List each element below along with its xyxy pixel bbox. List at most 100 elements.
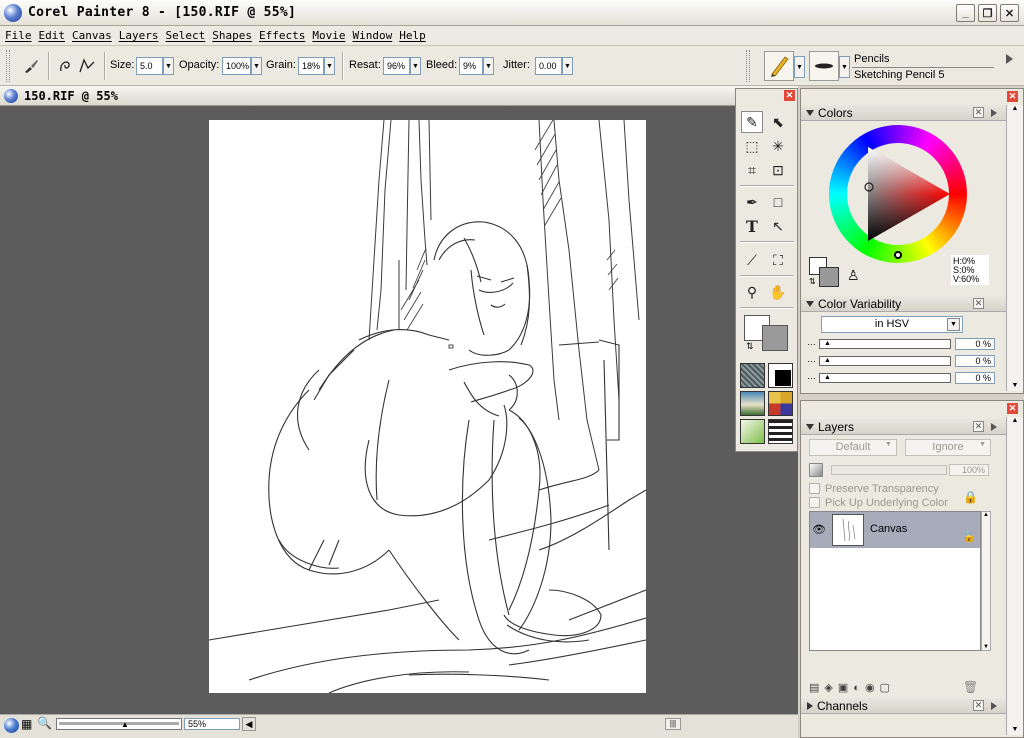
layers-panel-menu-arrow[interactable]	[991, 423, 997, 431]
magnifier-tool[interactable]: ⚲	[741, 281, 763, 303]
layers-panel-close-icon[interactable]: ✕	[973, 421, 984, 432]
variability-s-slider[interactable]: ▲	[819, 356, 951, 366]
swap-colors-icon[interactable]: ⇅	[746, 341, 754, 352]
colors-group-scrollbar[interactable]: ▲ ▼	[1006, 105, 1023, 391]
variability-s-value[interactable]: 0 %	[955, 355, 995, 367]
layer-opacity-field[interactable]: 100%	[949, 464, 989, 476]
minimize-button[interactable]: _	[956, 4, 975, 22]
colors-panel-menu-arrow[interactable]	[991, 109, 997, 117]
jitter-field[interactable]: 0.00	[535, 57, 562, 75]
clone-color-stamp-icon[interactable]: ♙	[847, 267, 860, 284]
lock-layer-icon[interactable]: 🔒	[963, 490, 978, 504]
composite-method-select[interactable]: Default	[809, 439, 897, 456]
grain-dropdown[interactable]: ▼	[324, 57, 335, 75]
toolbar-grip[interactable]	[6, 50, 10, 82]
opacity-field[interactable]: 100%	[222, 57, 251, 75]
brush-tool[interactable]: ✎	[741, 111, 763, 133]
saturation-value-triangle[interactable]	[829, 125, 967, 263]
layer-lock-icon[interactable]: 🔒	[962, 530, 976, 543]
nozzle-selector[interactable]	[740, 419, 765, 444]
zoom-magnifier-icon[interactable]: 🔍	[37, 716, 52, 732]
horizontal-scroll-thumb[interactable]: |||	[665, 718, 681, 730]
magic-wand-tool[interactable]: ✳	[767, 135, 789, 157]
layer-row-canvas[interactable]: 👁 Canvas 🔒	[810, 512, 980, 548]
resat-field[interactable]: 96%	[383, 57, 410, 75]
text-tool[interactable]: T	[741, 215, 763, 237]
brush-variant-dab-icon[interactable]	[809, 51, 839, 81]
colors-group-close-button[interactable]: ✕	[1007, 91, 1018, 102]
jitter-dropdown[interactable]: ▼	[562, 57, 573, 75]
hue-ring[interactable]	[829, 125, 967, 263]
selection-adjuster-tool[interactable]: ⊡	[767, 159, 789, 181]
layers-group-scrollbar[interactable]: ▲ ▼	[1006, 417, 1023, 735]
brush-variant-dropdown[interactable]: ▼	[839, 56, 850, 78]
delete-layer-trash-icon[interactable]: 🗑	[963, 680, 978, 694]
layer-commands-icon[interactable]: ▤	[809, 682, 824, 694]
rectangular-selection-tool[interactable]: ⬚	[741, 135, 763, 157]
create-mask-icon[interactable]: ▢	[880, 682, 895, 694]
look-selector[interactable]	[768, 419, 793, 444]
additional-color-swatch[interactable]	[762, 325, 788, 351]
dropper-tool[interactable]: ⟋	[741, 249, 763, 271]
shape-selection-tool[interactable]: ↖	[767, 215, 789, 237]
rectangular-shape-tool[interactable]: □	[767, 191, 789, 213]
menu-movie[interactable]: Movie	[312, 29, 345, 42]
size-field[interactable]: 5.0	[136, 57, 163, 75]
variability-v-value[interactable]: 0 %	[955, 372, 995, 384]
new-layer-icon[interactable]: ▣	[838, 682, 853, 694]
image-portfolio-icon[interactable]	[4, 718, 19, 733]
crop-tool[interactable]: ⌗	[741, 159, 763, 181]
dynamic-plugins-icon[interactable]: ◈	[824, 682, 837, 694]
variability-mode-dropdown-icon[interactable]: ▼	[947, 318, 960, 331]
variability-h-slider[interactable]: ▲	[819, 339, 951, 349]
maximize-button[interactable]: ❐	[978, 4, 997, 22]
bleed-field[interactable]: 9%	[459, 57, 483, 75]
menu-canvas[interactable]: Canvas	[72, 29, 112, 42]
brush-category-dropdown[interactable]: ▼	[794, 56, 805, 78]
layer-list-scrollbar[interactable]: ▲ ▼	[981, 511, 991, 651]
channels-panel-close-icon[interactable]: ✕	[973, 700, 984, 711]
pick-up-underlying-color-checkbox[interactable]	[809, 497, 820, 508]
bleed-dropdown[interactable]: ▼	[483, 57, 494, 75]
pattern-selector[interactable]	[740, 391, 765, 416]
weaving-selector[interactable]	[768, 391, 793, 416]
brush-category-pencil-icon[interactable]	[764, 51, 794, 81]
menu-shapes[interactable]: Shapes	[212, 29, 252, 42]
grain-field[interactable]: 18%	[298, 57, 324, 75]
document-icon[interactable]	[4, 88, 18, 103]
painter-app-icon[interactable]	[4, 3, 22, 22]
zoom-slider-thumb[interactable]: ▲	[121, 720, 129, 729]
brush-selector-grip[interactable]	[746, 50, 750, 82]
freehand-stroke-icon[interactable]	[56, 55, 78, 77]
opacity-dropdown[interactable]: ▼	[251, 57, 262, 75]
variability-v-slider[interactable]: ▲	[819, 373, 951, 383]
menu-file[interactable]: File	[5, 29, 32, 42]
variability-mode-select[interactable]: in HSV	[821, 316, 963, 333]
eye-visibility-icon[interactable]: 👁	[812, 523, 826, 536]
pen-tool[interactable]: ✒	[741, 191, 763, 213]
colors-panel-header[interactable]: Colors	[801, 105, 1023, 121]
menu-layers[interactable]: Layers	[119, 29, 159, 42]
colors-additional-swatch[interactable]	[819, 267, 839, 287]
zoom-level-field[interactable]: 55%	[184, 718, 240, 730]
gradient-selector[interactable]	[768, 363, 793, 388]
composite-depth-dropdown-icon[interactable]: ▼	[979, 441, 986, 448]
toolbox-close-button[interactable]: ✕	[784, 90, 795, 101]
resat-dropdown[interactable]: ▼	[410, 57, 421, 75]
composite-method-dropdown-icon[interactable]: ▼	[885, 441, 892, 448]
brush-tool-icon[interactable]	[20, 55, 42, 77]
size-dropdown[interactable]: ▼	[163, 57, 174, 75]
drawing-canvas[interactable]	[208, 119, 647, 694]
hue-indicator[interactable]	[894, 251, 902, 259]
menu-help[interactable]: Help	[399, 29, 426, 42]
preserve-transparency-checkbox[interactable]	[809, 483, 820, 494]
channels-panel-menu-arrow[interactable]	[991, 702, 997, 710]
menu-edit[interactable]: Edit	[39, 29, 66, 42]
scroll-left-button[interactable]: ◀	[242, 717, 256, 731]
paper-selector[interactable]	[740, 363, 765, 388]
color-variability-close-icon[interactable]: ✕	[973, 298, 984, 309]
menu-effects[interactable]: Effects	[259, 29, 305, 42]
layer-effects-icon[interactable]: ◉	[865, 682, 880, 694]
menu-select[interactable]: Select	[166, 29, 206, 42]
layer-mask-icon[interactable]: ◐	[853, 682, 865, 694]
